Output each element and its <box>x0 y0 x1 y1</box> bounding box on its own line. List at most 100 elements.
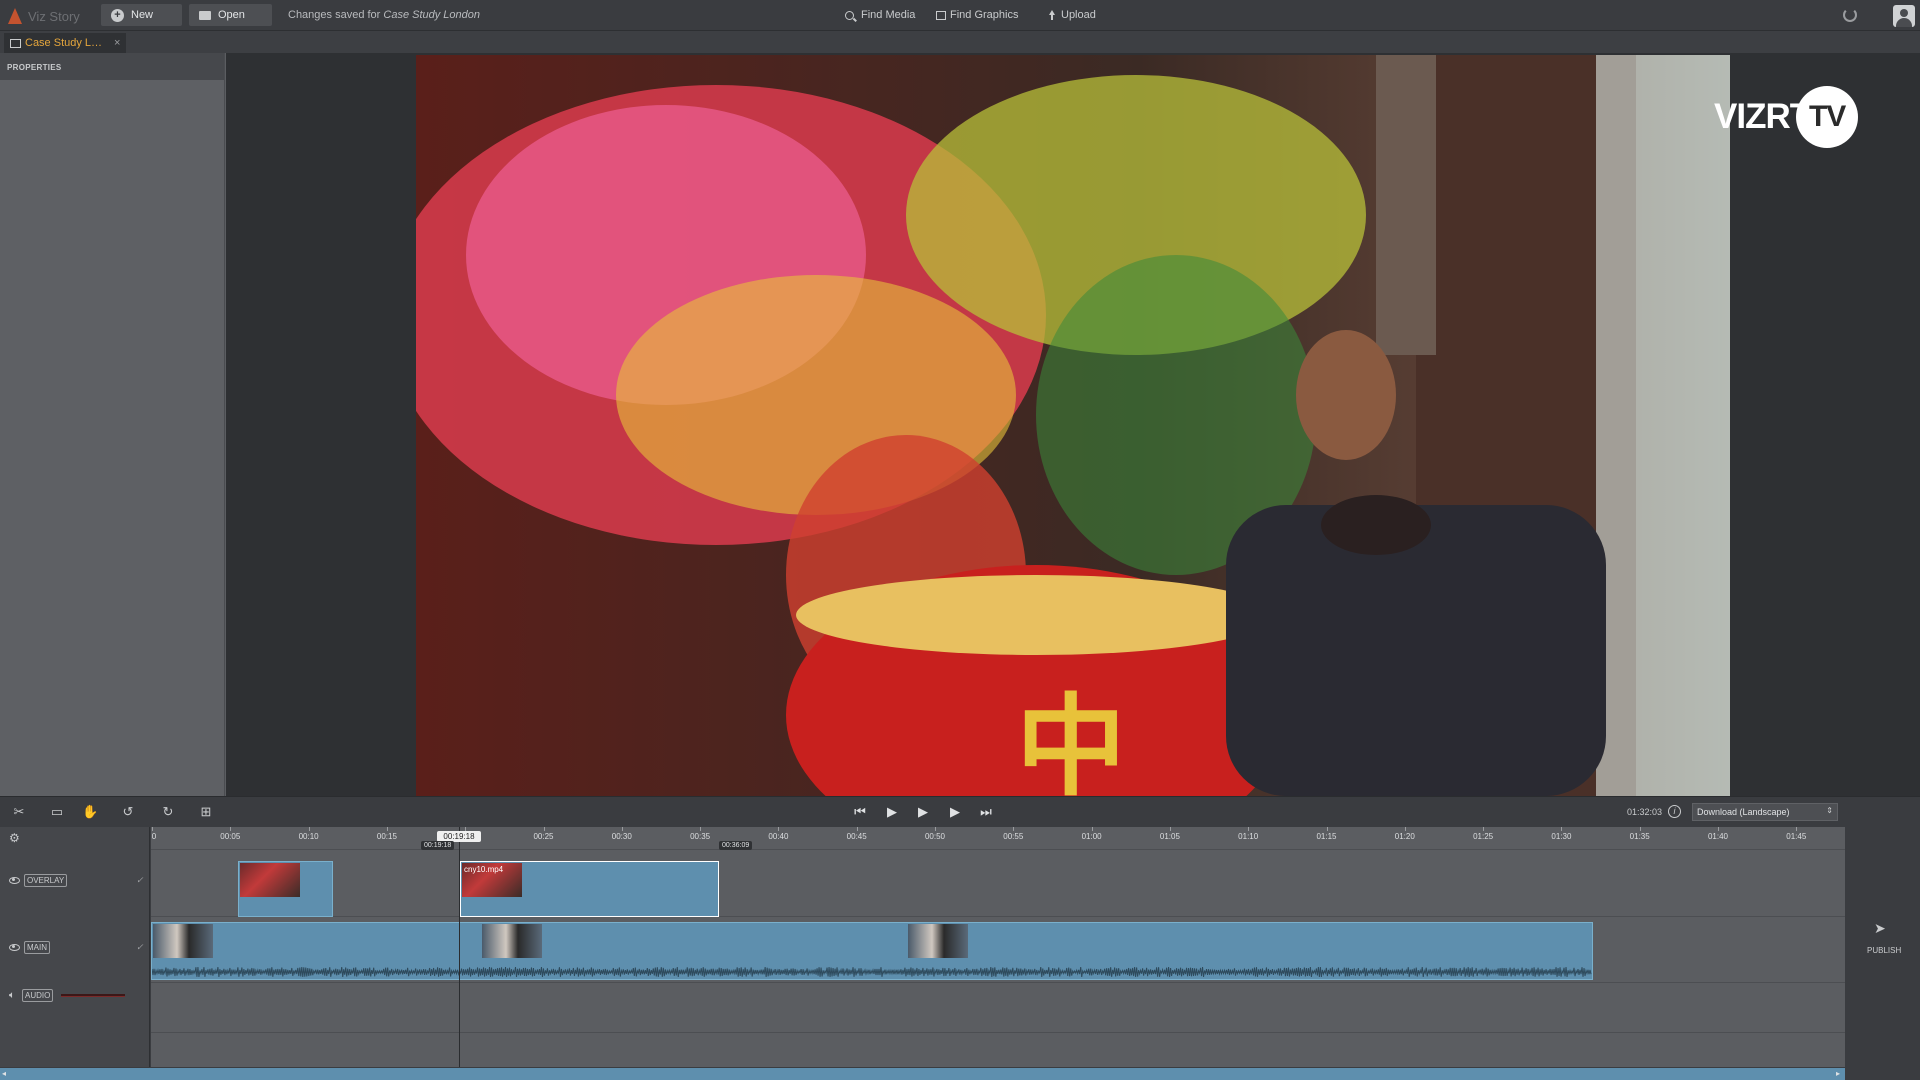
eye-icon[interactable] <box>9 877 20 884</box>
step-back-icon[interactable]: ◀ <box>884 804 900 820</box>
paper-plane-icon: ➤ <box>1874 920 1886 936</box>
select-arrows-icon: ⇕ <box>1826 806 1833 815</box>
user-avatar-icon[interactable] <box>1893 5 1915 27</box>
ruler-tick-mark <box>1091 827 1093 831</box>
ruler-tick-label: 00:25 <box>533 832 554 841</box>
range-start-tag[interactable]: 00:19:18 <box>421 841 455 850</box>
story-icon <box>10 38 21 48</box>
scissors-icon[interactable]: ✂ <box>12 805 26 819</box>
redo-icon[interactable]: ↻ <box>161 805 175 819</box>
ruler-tick-label: 0 <box>151 832 157 841</box>
ruler-tick-label: 00:40 <box>768 832 789 841</box>
save-status: Changes saved for Case Study London <box>288 9 480 21</box>
track-label-main: MAIN <box>24 941 50 954</box>
viz-logo-icon <box>8 8 22 24</box>
overlay-clip[interactable] <box>238 861 333 917</box>
playhead[interactable] <box>459 827 460 1067</box>
tab-case-study[interactable]: Case Study L… × <box>4 33 127 53</box>
new-button[interactable]: + New <box>101 4 182 26</box>
speaker-icon[interactable]: 🔈︎ <box>9 991 18 1001</box>
upload-button[interactable]: Upload <box>1047 9 1096 21</box>
graphics-icon <box>936 10 946 20</box>
publish-panel[interactable]: ➤ PUBLISH <box>1845 827 1920 1067</box>
output-format-value: Download (Landscape) <box>1697 807 1790 817</box>
timeline: ⚙ OVERLAY ✓ MAIN ✓ 🔈︎ AUDIO 0 00:05 00:10 0… <box>0 827 1920 1080</box>
vizrt-tv-watermark: VIZRT TV <box>1714 86 1859 148</box>
watermark-tv-badge: TV <box>1796 86 1859 148</box>
export-frame-icon[interactable]: ⊞ <box>199 805 213 819</box>
ruler-tick-label: 01:25 <box>1473 832 1494 841</box>
ruler-tick-mark <box>1013 827 1015 831</box>
undo-icon[interactable]: ↺ <box>121 805 135 819</box>
tab-title: Case Study L… <box>25 37 103 49</box>
track-headers: ⚙ OVERLAY ✓ MAIN ✓ 🔈︎ AUDIO <box>0 827 150 1067</box>
ruler-tick-label: 00:15 <box>376 832 397 841</box>
audio-waveform <box>152 967 1592 977</box>
skip-to-start-icon[interactable]: ⏮ <box>852 804 868 820</box>
ruler-tick-label: 01:00 <box>1081 832 1102 841</box>
timeline-scrollbar[interactable]: ◂ ▸ <box>0 1067 1920 1080</box>
ruler-tick-mark <box>1404 827 1406 831</box>
snapshot-icon[interactable]: ▭ <box>50 805 64 819</box>
ruler-tick-mark <box>230 827 232 831</box>
ruler-tick-label: 01:05 <box>1159 832 1180 841</box>
ruler-tick-label: 00:50 <box>924 832 946 841</box>
output-format-select[interactable]: Download (Landscape) ⇕ <box>1692 803 1838 821</box>
video-frame-image: 中 <box>416 55 1730 796</box>
find-media-button[interactable]: Find Media <box>845 9 915 21</box>
ruler-tick-mark <box>1326 827 1328 831</box>
track-label-overlay: OVERLAY <box>24 874 68 887</box>
eye-icon[interactable] <box>9 944 20 951</box>
main-clip[interactable] <box>151 922 1593 980</box>
audio-level-meter[interactable] <box>61 994 126 997</box>
save-status-project: Case Study London <box>383 9 481 21</box>
clip-thumbnail <box>240 863 300 897</box>
find-graphics-button[interactable]: Find Graphics <box>936 9 1018 21</box>
close-tab-icon[interactable]: × <box>114 37 120 49</box>
top-bar: Viz Story + New Open Changes saved for C… <box>0 0 1920 31</box>
scroll-left-icon[interactable]: ◂ <box>2 1069 6 1078</box>
effects-icon[interactable]: ✓ <box>136 875 144 886</box>
hand-tool-icon[interactable]: ✋ <box>82 805 98 819</box>
save-status-prefix: Changes saved for <box>288 9 384 21</box>
properties-panel: PROPERTIES <box>0 53 225 796</box>
document-tab-bar: Case Study L… × <box>0 31 1920 53</box>
ruler-tick-mark <box>543 827 545 831</box>
ruler-tick-label: 00:55 <box>1003 832 1024 841</box>
ruler-tick-label: 00:05 <box>220 832 241 841</box>
scroll-right-icon[interactable]: ▸ <box>1836 1069 1840 1078</box>
overlay-clip-selected[interactable]: cny10.mp4 <box>460 861 719 917</box>
upload-label: Upload <box>1061 9 1096 21</box>
app-name: Viz Story <box>28 8 80 24</box>
play-icon[interactable]: ▶ <box>915 804 931 820</box>
ruler-tick-mark <box>1718 827 1719 831</box>
effects-icon[interactable]: ✓ <box>136 942 144 953</box>
timeline-settings-icon[interactable]: ⚙ <box>9 831 23 845</box>
clip-thumbnail <box>482 924 542 958</box>
find-graphics-label: Find Graphics <box>950 9 1019 21</box>
open-button[interactable]: Open <box>189 4 272 26</box>
sync-icon[interactable] <box>1843 8 1857 22</box>
video-preview[interactable]: 中 <box>416 55 1730 796</box>
ruler-tick-label: 01:45 <box>1786 832 1807 841</box>
clip-thumbnail <box>153 924 213 958</box>
clip-thumbnail <box>908 924 968 958</box>
ruler-tick-mark <box>1483 827 1485 831</box>
skip-to-end-icon[interactable]: ⏭ <box>978 804 994 820</box>
folder-icon <box>199 10 211 20</box>
ruler-tick-label: 01:20 <box>1394 832 1415 841</box>
track-label-audio: AUDIO <box>22 989 54 1002</box>
ruler-tick-label: 00:30 <box>611 832 632 841</box>
time-ruler[interactable]: 000:0500:1000:1500:2000:2500:3000:3500:4… <box>151 827 1845 850</box>
ruler-tick-label: 01:30 <box>1551 832 1572 841</box>
ruler-tick-label: 01:15 <box>1316 832 1337 841</box>
plus-icon: + <box>111 8 124 22</box>
range-end-tag[interactable]: 00:36:09 <box>719 841 753 850</box>
track-header-overlay: OVERLAY ✓ <box>0 874 150 887</box>
find-media-label: Find Media <box>861 9 916 21</box>
step-forward-icon[interactable]: ▶ <box>947 804 963 820</box>
timeline-tracks[interactable]: 000:0500:1000:1500:2000:2500:3000:3500:4… <box>151 827 1845 1067</box>
info-icon[interactable]: i <box>1668 805 1681 818</box>
ruler-tick-mark <box>386 827 388 831</box>
new-button-label: New <box>131 9 154 21</box>
